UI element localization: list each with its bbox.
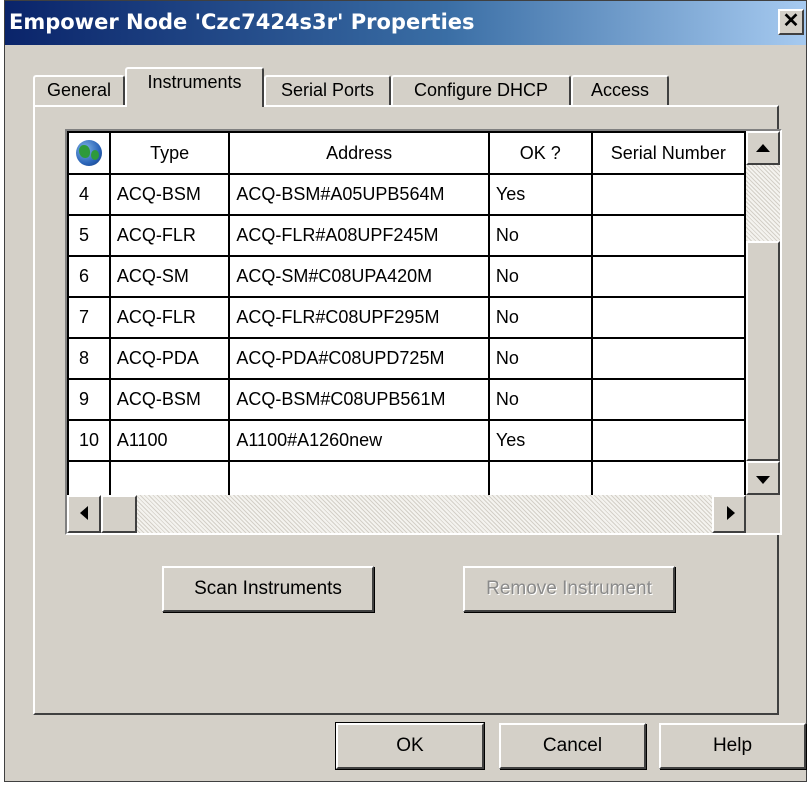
properties-dialog: Empower Node 'Czc7424s3r' Properties ✕ G…	[4, 0, 807, 782]
cell-type[interactable]	[108, 460, 231, 495]
cell-ok[interactable]: Yes	[487, 173, 593, 216]
instruments-grid: Type Address OK ? Serial Number 4 ACQ-BS…	[65, 129, 782, 535]
table-row[interactable]: 4 ACQ-BSM ACQ-BSM#A05UPB564M Yes	[67, 173, 746, 216]
cell-ok[interactable]	[487, 460, 593, 495]
arrow-up-icon	[756, 144, 770, 152]
row-number-header[interactable]	[67, 131, 111, 175]
scan-instruments-button[interactable]: Scan Instruments	[162, 566, 374, 612]
cell-serial-number[interactable]	[590, 173, 746, 216]
scroll-down-button[interactable]	[746, 461, 780, 495]
row-number[interactable]	[67, 460, 111, 495]
scrollbar-corner	[746, 495, 780, 533]
cell-address[interactable]: A1100#A1260new	[228, 419, 490, 462]
instruments-table: Type Address OK ? Serial Number 4 ACQ-BS…	[67, 131, 746, 495]
horizontal-scroll-thumb[interactable]	[101, 495, 137, 533]
row-number[interactable]: 9	[67, 378, 111, 421]
globe-icon	[75, 140, 102, 166]
cell-ok[interactable]: No	[487, 296, 593, 339]
table-row[interactable]: 10 A1100 A1100#A1260new Yes	[67, 419, 746, 462]
tab-label: General	[46, 80, 112, 100]
help-button[interactable]: Help	[659, 723, 806, 769]
tab-label: Serial Ports	[280, 80, 375, 100]
tab-general[interactable]: General	[33, 75, 125, 105]
row-number[interactable]: 10	[67, 419, 111, 462]
cell-address[interactable]: ACQ-BSM#A05UPB564M	[228, 173, 490, 216]
grid-viewport: Type Address OK ? Serial Number 4 ACQ-BS…	[67, 131, 746, 495]
cell-type[interactable]: ACQ-SM	[108, 255, 231, 298]
arrow-down-icon	[756, 476, 770, 484]
cell-address[interactable]: ACQ-FLR#C08UPF295M	[228, 296, 490, 339]
cell-type[interactable]: ACQ-FLR	[108, 214, 231, 257]
tab-label: Instruments	[147, 72, 242, 92]
tab-configure-dhcp[interactable]: Configure DHCP	[391, 75, 571, 105]
cell-address[interactable]: ACQ-PDA#C08UPD725M	[228, 337, 490, 380]
cell-type[interactable]: ACQ-BSM	[108, 378, 231, 421]
table-row[interactable]: 9 ACQ-BSM ACQ-BSM#C08UPB561M No	[67, 378, 746, 421]
cell-serial-number[interactable]	[590, 337, 746, 380]
cell-type[interactable]: ACQ-BSM	[108, 173, 231, 216]
cell-ok[interactable]: No	[487, 337, 593, 380]
row-number[interactable]: 8	[67, 337, 111, 380]
table-row[interactable]: 7 ACQ-FLR ACQ-FLR#C08UPF295M No	[67, 296, 746, 339]
window-title: Empower Node 'Czc7424s3r' Properties	[9, 10, 475, 34]
remove-instrument-button[interactable]: Remove Instrument	[463, 566, 675, 612]
column-header-type[interactable]: Type	[108, 131, 231, 175]
cell-ok[interactable]: Yes	[487, 419, 593, 462]
cell-type[interactable]: ACQ-FLR	[108, 296, 231, 339]
title-bar[interactable]: Empower Node 'Czc7424s3r' Properties ✕	[5, 1, 806, 45]
cell-address[interactable]: ACQ-FLR#A08UPF245M	[228, 214, 490, 257]
column-header-ok[interactable]: OK ?	[487, 131, 593, 175]
table-row[interactable]	[67, 460, 746, 495]
cell-serial-number[interactable]	[590, 296, 746, 339]
cell-address[interactable]: ACQ-SM#C08UPA420M	[228, 255, 490, 298]
row-number[interactable]: 6	[67, 255, 111, 298]
column-header-serial-number[interactable]: Serial Number	[590, 131, 746, 175]
close-icon: ✕	[782, 10, 800, 32]
cancel-button[interactable]: Cancel	[499, 723, 646, 769]
column-header-address[interactable]: Address	[228, 131, 490, 175]
table-header-row: Type Address OK ? Serial Number	[67, 131, 746, 175]
cell-serial-number[interactable]	[590, 255, 746, 298]
vertical-scrollbar[interactable]	[746, 131, 780, 495]
scroll-left-button[interactable]	[67, 495, 101, 533]
cell-address[interactable]	[228, 460, 490, 495]
scroll-up-button[interactable]	[746, 131, 780, 165]
vertical-scroll-thumb[interactable]	[746, 241, 780, 461]
cell-serial-number[interactable]	[590, 460, 746, 495]
arrow-right-icon	[727, 506, 735, 520]
cell-ok[interactable]: No	[487, 255, 593, 298]
tab-serial-ports[interactable]: Serial Ports	[264, 75, 391, 105]
horizontal-scrollbar[interactable]	[67, 495, 746, 533]
cell-type[interactable]: A1100	[108, 419, 231, 462]
row-number[interactable]: 4	[67, 173, 111, 216]
tab-label: Access	[590, 80, 650, 100]
cell-address[interactable]: ACQ-BSM#C08UPB561M	[228, 378, 490, 421]
cell-serial-number[interactable]	[590, 214, 746, 257]
row-number[interactable]: 7	[67, 296, 111, 339]
scroll-right-button[interactable]	[712, 495, 746, 533]
arrow-left-icon	[80, 506, 88, 520]
cell-type[interactable]: ACQ-PDA	[108, 337, 231, 380]
close-button[interactable]: ✕	[778, 9, 804, 35]
tab-label: Configure DHCP	[413, 80, 549, 100]
cell-ok[interactable]: No	[487, 378, 593, 421]
cell-ok[interactable]: No	[487, 214, 593, 257]
tab-instruments[interactable]: Instruments	[125, 67, 264, 107]
row-number[interactable]: 5	[67, 214, 111, 257]
tab-access[interactable]: Access	[571, 75, 669, 105]
table-row[interactable]: 8 ACQ-PDA ACQ-PDA#C08UPD725M No	[67, 337, 746, 380]
table-row[interactable]: 6 ACQ-SM ACQ-SM#C08UPA420M No	[67, 255, 746, 298]
cell-serial-number[interactable]	[590, 378, 746, 421]
cell-serial-number[interactable]	[590, 419, 746, 462]
table-row[interactable]: 5 ACQ-FLR ACQ-FLR#A08UPF245M No	[67, 214, 746, 257]
ok-button[interactable]: OK	[335, 722, 485, 770]
